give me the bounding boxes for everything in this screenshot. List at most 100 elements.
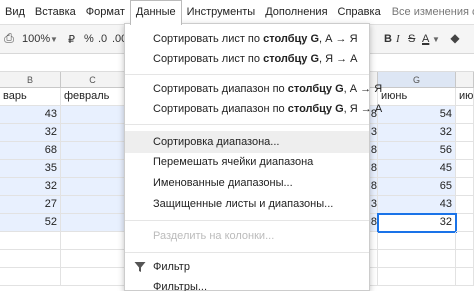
table-cell[interactable] xyxy=(456,142,474,160)
table-cell[interactable] xyxy=(456,124,474,142)
split-columns-item[interactable]: Разделить на колонки... xyxy=(125,225,369,247)
table-cell[interactable]: 3 xyxy=(370,196,378,214)
menu-item-column: столбцу G xyxy=(287,103,344,115)
filters-item[interactable]: Фильтры... xyxy=(125,276,369,291)
table-cell[interactable]: 43 xyxy=(0,106,61,124)
column-header-g[interactable]: G xyxy=(378,72,456,88)
decimals-less-button[interactable]: .0 xyxy=(98,33,107,45)
table-cell[interactable] xyxy=(61,232,125,250)
menu-item-order: , Я → А xyxy=(343,103,383,115)
table-cell[interactable]: 32 xyxy=(378,124,456,142)
table-cell[interactable] xyxy=(456,196,474,214)
table-cell[interactable]: 8 xyxy=(370,142,378,160)
strikethrough-icon[interactable]: S xyxy=(408,33,415,45)
table-cell[interactable]: 8 xyxy=(370,160,378,178)
table-cell[interactable]: 45 xyxy=(378,160,456,178)
sort-sheet-az-item[interactable]: Сортировать лист по столбцу G, А → Я xyxy=(125,28,369,50)
active-cell[interactable]: 32 xyxy=(377,213,457,233)
table-cell[interactable] xyxy=(61,214,125,232)
table-cell[interactable] xyxy=(378,232,456,250)
menu-item-label: Сортировать диапазон по xyxy=(153,103,288,115)
menu-item-order: , А → Я xyxy=(343,83,383,95)
cell-h-header[interactable]: июл xyxy=(456,88,474,106)
table-cell[interactable] xyxy=(61,250,125,268)
column-header-b[interactable]: B xyxy=(0,72,61,88)
table-cell[interactable]: 8 xyxy=(370,214,378,232)
table-cell[interactable]: 68 xyxy=(0,142,61,160)
table-cell[interactable]: 8 xyxy=(370,178,378,196)
table-cell[interactable] xyxy=(456,178,474,196)
table-cell[interactable] xyxy=(456,160,474,178)
table-cell[interactable] xyxy=(370,232,378,250)
sort-range-item[interactable]: Сортировка диапазона... xyxy=(125,131,369,153)
table-cell[interactable] xyxy=(378,268,456,286)
column-header-h[interactable] xyxy=(456,72,474,88)
menu-insert[interactable]: Вставка xyxy=(30,0,81,24)
print-icon[interactable]: ⎙ xyxy=(2,31,16,45)
sort-range-az-item[interactable]: Сортировать диапазон по столбцу G, А → Я xyxy=(125,78,382,100)
italic-icon[interactable]: I xyxy=(396,33,400,45)
table-cell[interactable] xyxy=(61,106,125,124)
table-cell[interactable] xyxy=(61,268,125,286)
text-color-caret-icon[interactable]: ▼ xyxy=(432,35,440,44)
fill-color-icon[interactable]: ◆ xyxy=(448,31,462,45)
currency-button[interactable]: ₽ xyxy=(68,33,75,46)
table-cell[interactable]: 56 xyxy=(378,142,456,160)
shuffle-range-item[interactable]: Перемешать ячейки диапазона xyxy=(125,151,369,173)
cell-c-header[interactable]: февраль xyxy=(61,88,125,106)
menu-item-label: Сортировать диапазон по xyxy=(153,83,288,95)
table-cell[interactable] xyxy=(456,250,474,268)
table-cell[interactable]: 3 xyxy=(370,124,378,142)
table-cell[interactable]: 32 xyxy=(0,178,61,196)
table-cell[interactable] xyxy=(61,196,125,214)
menu-addons[interactable]: Дополнения xyxy=(260,0,332,24)
table-cell[interactable] xyxy=(456,214,474,232)
percent-button[interactable]: % xyxy=(84,33,94,45)
table-cell[interactable]: 27 xyxy=(0,196,61,214)
table-cell[interactable] xyxy=(456,106,474,124)
filter-item[interactable]: Фильтр xyxy=(125,256,369,278)
save-status: Все изменения сох xyxy=(391,6,474,18)
menu-format[interactable]: Формат xyxy=(81,0,130,24)
text-color-button[interactable]: A xyxy=(422,33,429,45)
cell-g-header[interactable]: июнь xyxy=(378,88,456,106)
table-cell[interactable] xyxy=(370,268,378,286)
menu-help[interactable]: Справка xyxy=(333,0,386,24)
menu-item-label: Фильтр xyxy=(153,261,190,273)
table-cell[interactable]: 35 xyxy=(0,160,61,178)
table-cell[interactable] xyxy=(61,142,125,160)
table-cell[interactable]: 32 xyxy=(0,124,61,142)
menu-item-label: Сортировать лист по xyxy=(153,53,264,65)
named-ranges-item[interactable]: Именованные диапазоны... xyxy=(125,172,369,194)
table-cell[interactable]: 54 xyxy=(378,106,456,124)
zoom-caret-icon[interactable]: ▼ xyxy=(50,35,58,44)
menu-view[interactable]: Вид xyxy=(0,0,30,24)
menu-item-label: Сортировать лист по xyxy=(153,33,264,45)
zoom-select[interactable]: 100% xyxy=(22,33,50,45)
menu-data[interactable]: Данные xyxy=(129,0,182,25)
table-cell[interactable] xyxy=(0,232,61,250)
table-cell[interactable] xyxy=(61,124,125,142)
table-cell[interactable] xyxy=(370,250,378,268)
column-header-c[interactable]: C xyxy=(61,72,125,88)
table-cell[interactable] xyxy=(61,160,125,178)
table-cell[interactable] xyxy=(456,232,474,250)
cell-b-header[interactable]: варь xyxy=(0,88,61,106)
menu-item-order: , А → Я xyxy=(319,33,358,45)
table-cell[interactable]: 43 xyxy=(378,196,456,214)
menu-separator xyxy=(125,124,369,125)
table-cell[interactable]: 52 xyxy=(0,214,61,232)
protected-ranges-item[interactable]: Защищенные листы и диапазоны... xyxy=(125,193,369,215)
table-cell[interactable] xyxy=(0,250,61,268)
bold-icon[interactable]: B xyxy=(384,33,392,45)
table-cell[interactable] xyxy=(61,178,125,196)
table-cell[interactable] xyxy=(0,268,61,286)
table-cell[interactable] xyxy=(456,268,474,286)
sort-range-za-item[interactable]: Сортировать диапазон по столбцу G, Я → А xyxy=(125,98,382,120)
menu-tools[interactable]: Инструменты xyxy=(182,0,261,24)
menu-item-column: столбцу G xyxy=(287,83,344,95)
menu-item-order: , Я → А xyxy=(319,53,358,65)
table-cell[interactable]: 65 xyxy=(378,178,456,196)
sort-sheet-za-item[interactable]: Сортировать лист по столбцу G, Я → А xyxy=(125,48,369,70)
table-cell[interactable] xyxy=(378,250,456,268)
